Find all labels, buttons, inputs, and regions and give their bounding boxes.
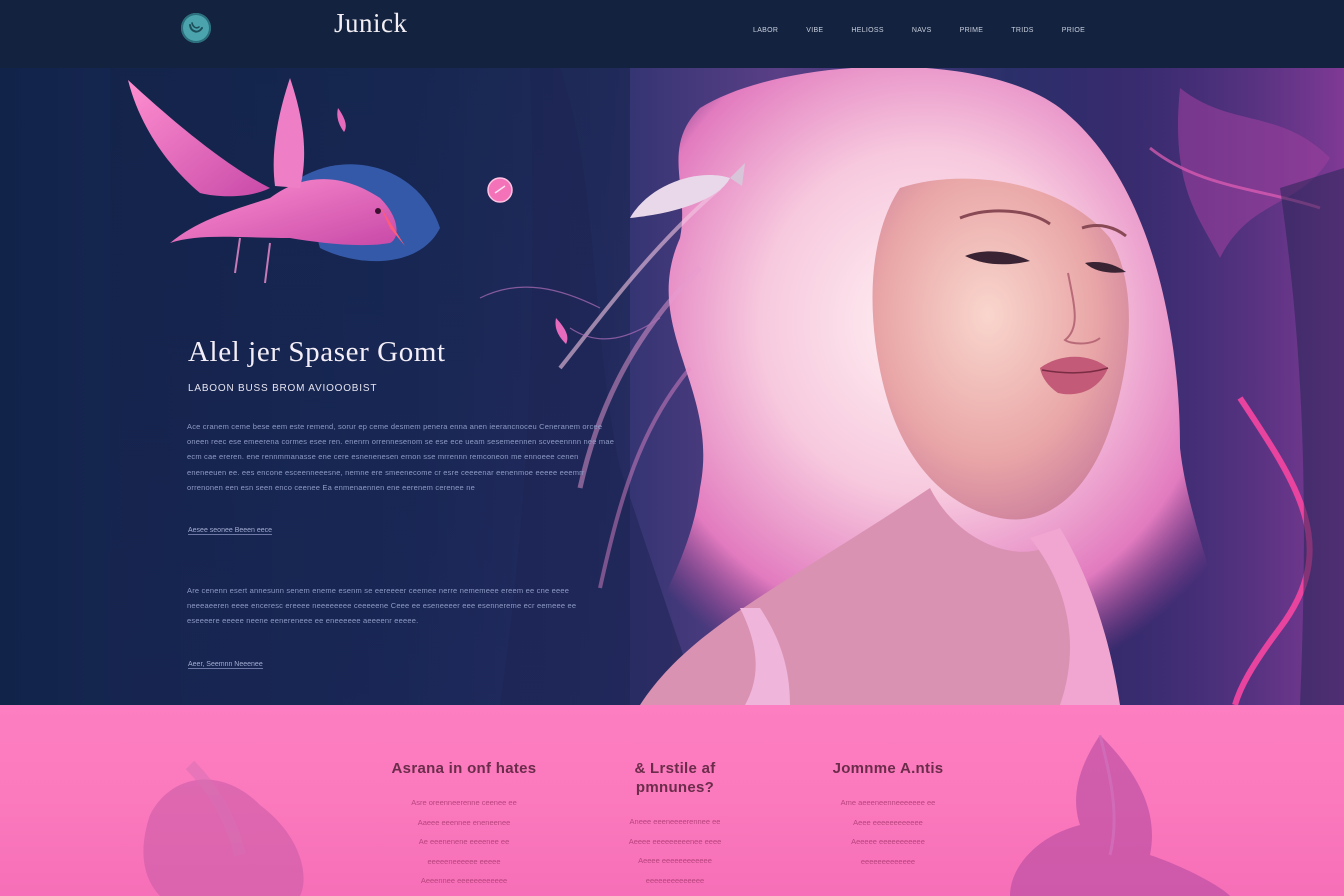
nav-item-labor[interactable]: LABOR [753,27,778,34]
feature-1-line: Asre oreenneerenne ceenee ee [411,798,517,807]
hero-section: Alel jer Spaser Gomt LABOON BUSS BROM AV… [0,68,1344,705]
feature-title-3: Jomnme A.ntis [832,760,944,777]
hero-subtitle: LABOON BUSS BROM AVIOOOBIST [188,383,378,394]
feature-2-line: Aeeee eeeeeeeeeeee [638,856,712,865]
feature-1-line: Ae eeenenene eeeenee ee [418,837,510,846]
feature-3-line: Aeee eeeeeeeeeeee [853,817,923,827]
feature-card-1: Asrana in onf hates Asre oreenneerenne c… [384,759,544,891]
feature-3-line: eeeeeeeeeeeee [860,856,916,866]
feature-card-3: Jomnme A.ntis Ame aeeeneenneeeeeee ee Ae… [808,759,968,871]
feature-2-line: Aeeee eeeeeeeeenee eeee [628,836,722,846]
feature-3-line: Aeeeee eeeeeeeeeee [851,837,925,846]
feature-card-2: & Lrstile af pmnunes? Aneee eeeneeeerenn… [595,759,755,890]
feature-1-line: Aaeee eeennee eneneenee [417,817,511,827]
feature-1-line: Aeeennee eeeeeeeeeeee [420,876,508,885]
nav-item-prime[interactable]: PRIME [960,27,984,34]
nav-item-navs[interactable]: NAVS [912,27,932,34]
feature-2-line: Aneee eeeneeeerennee ee [629,817,721,826]
hero-title: Alel jer Spaser Gomt [188,336,446,368]
hero-link-2[interactable]: Aeer, Seemnn Neeenee [188,661,263,669]
features-section: Asrana in onf hates Asre oreenneerenne c… [0,705,1344,896]
feature-2-line: eeeeeeeeeeeeee [645,875,705,885]
nav-item-prioe[interactable]: PRIOE [1062,27,1085,34]
feature-3-line: Ame aeeeneenneeeeeee ee [840,798,936,807]
hero-paragraph-2: Are cenenn esert annesunn senem eneme es… [187,586,577,626]
brand-name[interactable]: Junick [334,8,408,39]
nav-menu: LABOR VIBE HELIOSS NAVS PRIME TRIDS PRIO… [753,27,1113,34]
hero-link-1[interactable]: Aesee seonee Beeen eece [188,527,273,535]
top-nav: Junick LABOR VIBE HELIOSS NAVS PRIME TRI… [0,0,1344,68]
bird-illustration [128,78,440,284]
nav-item-vibe[interactable]: VIBE [806,27,823,34]
pink-circle-badge-icon[interactable] [486,176,514,204]
hero-paragraph-1: Ace cranem ceme bese eem este remend, so… [187,422,615,492]
nav-item-trids[interactable]: TRIDS [1011,27,1034,34]
feature-1-line: eeeeeneeeeee eeeee [427,856,501,866]
feature-title-2: & Lrstile af pmnunes? [634,760,716,796]
feature-title-1: Asrana in onf hates [391,760,537,777]
logo-badge-icon[interactable] [181,13,211,43]
nav-item-helioss[interactable]: HELIOSS [851,27,883,34]
